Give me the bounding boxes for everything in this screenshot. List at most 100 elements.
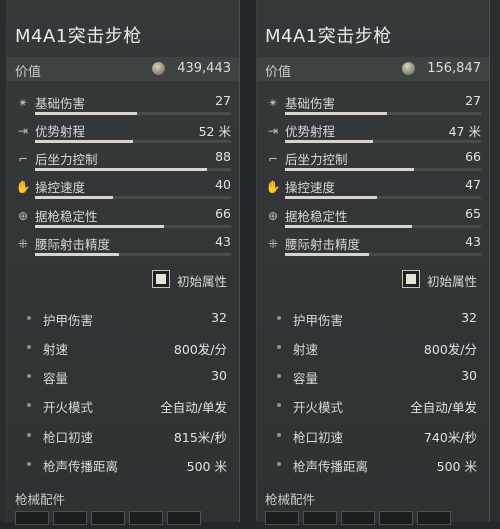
stat-row[interactable]: ⊕ 据枪稳定性 65: [257, 204, 489, 232]
stat-row[interactable]: ✋ 操控速度 47: [257, 175, 489, 203]
attribute-value: 全自动/单发: [160, 400, 227, 415]
damage-icon: ✴: [17, 96, 29, 110]
stat-label: 优势射程: [35, 124, 86, 139]
stat-bar: [285, 112, 481, 115]
attribute-value: 815米/秒: [173, 430, 227, 445]
attribute-value: 30: [211, 368, 227, 383]
stat-bar: [35, 196, 231, 199]
stat-bar-fill: [35, 140, 133, 143]
attribute-label: 开火模式: [43, 400, 94, 415]
stat-row[interactable]: ⌐ 后坐力控制 88: [7, 147, 239, 175]
stat-label: 操控速度: [35, 180, 86, 195]
attribute-label: 护甲伤害: [43, 313, 94, 328]
attachment-slot[interactable]: [53, 511, 87, 525]
initial-attributes-toggle[interactable]: 初始属性: [7, 267, 239, 295]
attribute-value: 740米/秒: [423, 430, 477, 445]
attribute-row: 射速 800发/分: [7, 336, 239, 364]
stat-row[interactable]: ⇥ 优势射程 47 米: [257, 119, 489, 147]
attribute-value: 全自动/单发: [410, 400, 477, 415]
stat-row[interactable]: ✴ 基础伤害 27: [7, 91, 239, 119]
attachment-slot[interactable]: [15, 511, 49, 525]
stat-label: 后坐力控制: [35, 152, 98, 167]
attribute-row: 开火模式 全自动/单发: [7, 394, 239, 422]
stat-label: 基础伤害: [35, 96, 86, 111]
stat-bar: [285, 225, 481, 228]
stat-label: 基础伤害: [285, 96, 336, 111]
initial-attributes-toggle[interactable]: 初始属性: [257, 267, 489, 295]
initial-attributes-label: 初始属性: [427, 274, 478, 289]
stat-bar-fill: [285, 253, 370, 256]
stat-value: 52 米: [198, 124, 231, 139]
weapon-panel-left: M4A1突击步枪 价值 439,443 ✴ 基础伤害 27 ⇥ 优势射程 52 …: [6, 0, 240, 525]
stat-row[interactable]: ⇥ 优势射程 52 米: [7, 119, 239, 147]
stat-value: 66: [465, 149, 481, 164]
range-icon: ⇥: [17, 124, 29, 138]
initial-attributes-checkbox[interactable]: [152, 270, 170, 288]
attribute-row: 容量 30: [257, 365, 489, 393]
stat-bar: [285, 168, 481, 171]
stat-row[interactable]: ⌐ 后坐力控制 66: [257, 147, 489, 175]
attachment-slot[interactable]: [91, 511, 125, 525]
crosshair-icon: ⊕: [267, 209, 279, 223]
stat-bar-fill: [35, 225, 165, 228]
stat-label: 腰际射击精度: [35, 237, 111, 252]
stat-value: 47: [465, 177, 481, 192]
attachment-slot[interactable]: [303, 511, 337, 525]
attribute-label: 开火模式: [293, 400, 344, 415]
stat-row[interactable]: ✋ 操控速度 40: [7, 175, 239, 203]
stat-label: 后坐力控制: [285, 152, 348, 167]
weapon-title: M4A1突击步枪: [265, 26, 392, 47]
stat-bar-fill: [285, 168, 415, 171]
attachments-title: 枪械配件: [15, 492, 66, 507]
attribute-row: 护甲伤害 32: [257, 307, 489, 335]
attachment-slot[interactable]: [341, 511, 375, 525]
attachment-slot[interactable]: [265, 511, 299, 525]
bullet-icon: [27, 374, 31, 378]
attachment-slot[interactable]: [417, 511, 451, 525]
attribute-label: 射速: [293, 342, 319, 357]
stat-bar-fill: [285, 196, 378, 199]
attribute-label: 护甲伤害: [293, 313, 344, 328]
stat-bar: [35, 112, 231, 115]
hipfire-icon: ⁜: [17, 237, 29, 251]
stat-bar-fill: [285, 225, 413, 228]
attachment-slot[interactable]: [129, 511, 163, 525]
attachment-slot[interactable]: [167, 511, 201, 525]
bullet-icon: [27, 316, 31, 320]
right-edge: [490, 0, 500, 522]
stat-bar-fill: [285, 112, 387, 115]
recoil-icon: ⌐: [267, 152, 279, 166]
attribute-value: 32: [211, 310, 227, 325]
attribute-value: 800发/分: [423, 342, 477, 357]
stat-value: 27: [465, 93, 481, 108]
attribute-row: 护甲伤害 32: [7, 307, 239, 335]
attribute-row: 枪口初速 815米/秒: [7, 424, 239, 452]
attribute-label: 容量: [293, 371, 319, 386]
stat-value: 27: [215, 93, 231, 108]
attribute-row: 枪声传播距离 500 米: [7, 453, 239, 481]
stat-value: 88: [215, 149, 231, 164]
attribute-value: 30: [461, 368, 477, 383]
recoil-icon: ⌐: [17, 152, 29, 166]
stat-row[interactable]: ✴ 基础伤害 27: [257, 91, 489, 119]
coin-icon: [402, 62, 415, 75]
stat-bar-fill: [35, 168, 208, 171]
value-label: 价值: [265, 65, 292, 80]
attribute-label: 枪口初速: [43, 430, 94, 445]
attachment-slot[interactable]: [379, 511, 413, 525]
stat-label: 据枪稳定性: [35, 209, 98, 224]
weapon-panel-right: M4A1突击步枪 价值 156,847 ✴ 基础伤害 27 ⇥ 优势射程 47 …: [256, 0, 490, 525]
bullet-icon: [277, 345, 281, 349]
stat-bar-fill: [35, 196, 114, 199]
coin-icon: [152, 62, 165, 75]
attribute-row: 开火模式 全自动/单发: [257, 394, 489, 422]
stat-row[interactable]: ⊕ 据枪稳定性 66: [7, 204, 239, 232]
stat-row[interactable]: ⁜ 腰际射击精度 43: [7, 232, 239, 260]
stat-row[interactable]: ⁜ 腰际射击精度 43: [257, 232, 489, 260]
initial-attributes-checkbox[interactable]: [402, 270, 420, 288]
stat-bar: [285, 196, 481, 199]
stat-bar-fill: [35, 253, 120, 256]
bullet-icon: [277, 374, 281, 378]
attribute-value: 32: [461, 310, 477, 325]
value-row: 价值 156,847: [257, 57, 489, 81]
